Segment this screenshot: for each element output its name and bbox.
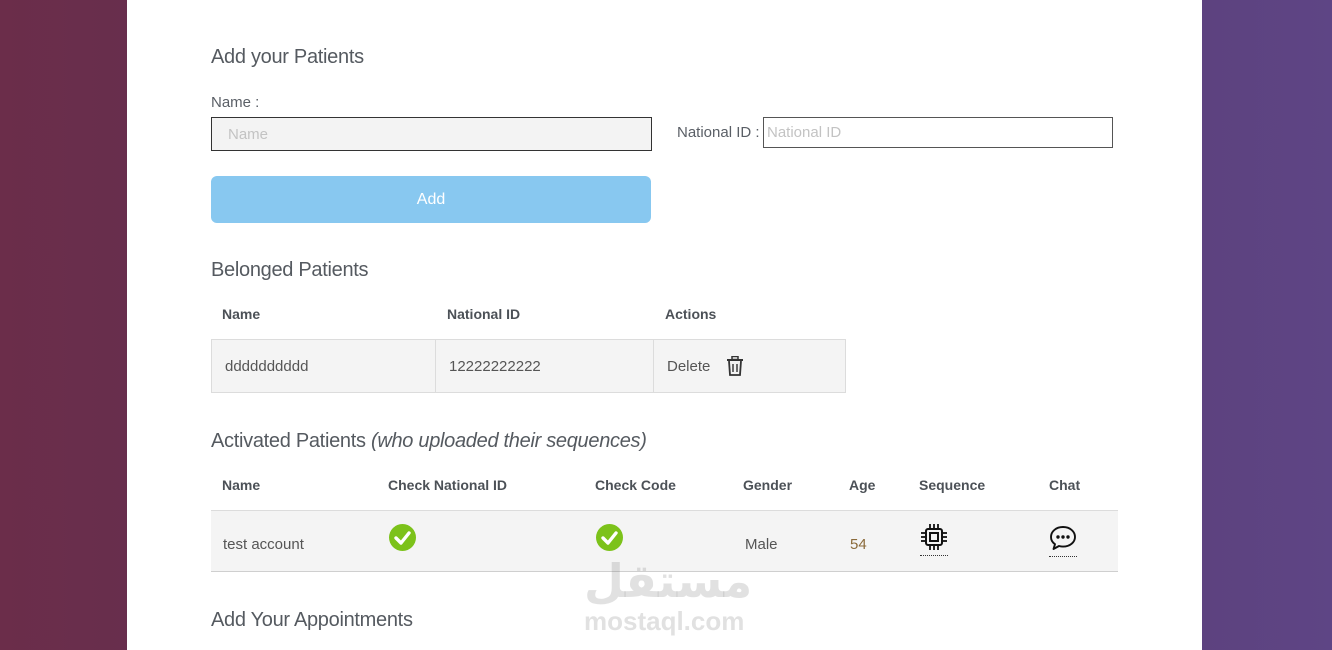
activated-patients-heading: Activated Patients (who uploaded their s… bbox=[211, 430, 647, 453]
chat-icon[interactable] bbox=[1049, 524, 1077, 557]
main-panel: Add your Patients Name : National ID : A… bbox=[127, 0, 1202, 650]
chip-icon[interactable] bbox=[920, 523, 948, 556]
delete-link[interactable]: Delete bbox=[667, 358, 710, 375]
name-label: Name : bbox=[211, 94, 260, 111]
column-header-chat: Chat bbox=[1049, 477, 1081, 493]
patient-gender: Male bbox=[745, 536, 778, 553]
column-header-check-code: Check Code bbox=[595, 477, 676, 493]
add-appointments-heading: Add Your Appointments bbox=[211, 609, 413, 631]
belonged-patients-heading: Belonged Patients bbox=[211, 259, 369, 281]
column-header-actions: Actions bbox=[665, 306, 717, 322]
check-national-id-icon bbox=[389, 524, 416, 551]
column-header-age: Age bbox=[849, 477, 876, 493]
patient-name: test account bbox=[223, 536, 304, 553]
cell-national-id: 12222222222 bbox=[435, 339, 654, 393]
national-id-label: National ID : bbox=[677, 124, 760, 141]
patient-age: 54 bbox=[850, 536, 867, 553]
watermark-latin: mostaql.com bbox=[584, 606, 745, 636]
column-header-gender: Gender bbox=[743, 477, 793, 493]
column-header-national-id: National ID bbox=[447, 306, 521, 322]
name-input[interactable] bbox=[211, 117, 652, 151]
add-button[interactable]: Add bbox=[211, 176, 651, 223]
watermark-arabic: مستقل bbox=[584, 555, 753, 607]
activated-heading-text: Activated Patients bbox=[211, 430, 366, 452]
national-id-input[interactable] bbox=[763, 117, 1113, 148]
patient-name: dddddddddd bbox=[225, 358, 309, 375]
trash-icon[interactable] bbox=[726, 355, 744, 376]
column-header-name: Name bbox=[222, 477, 261, 493]
activated-heading-note: (who uploaded their sequences) bbox=[370, 430, 647, 452]
column-header-check-national-id: Check National ID bbox=[388, 477, 508, 493]
column-header-sequence: Sequence bbox=[919, 477, 986, 493]
patient-national-id: 12222222222 bbox=[449, 358, 541, 375]
check-code-icon bbox=[596, 524, 623, 551]
cell-actions: Delete bbox=[653, 339, 846, 393]
cell-name: dddddddddd bbox=[211, 339, 436, 393]
add-patients-heading: Add your Patients bbox=[211, 46, 364, 68]
column-header-name: Name bbox=[222, 306, 261, 322]
